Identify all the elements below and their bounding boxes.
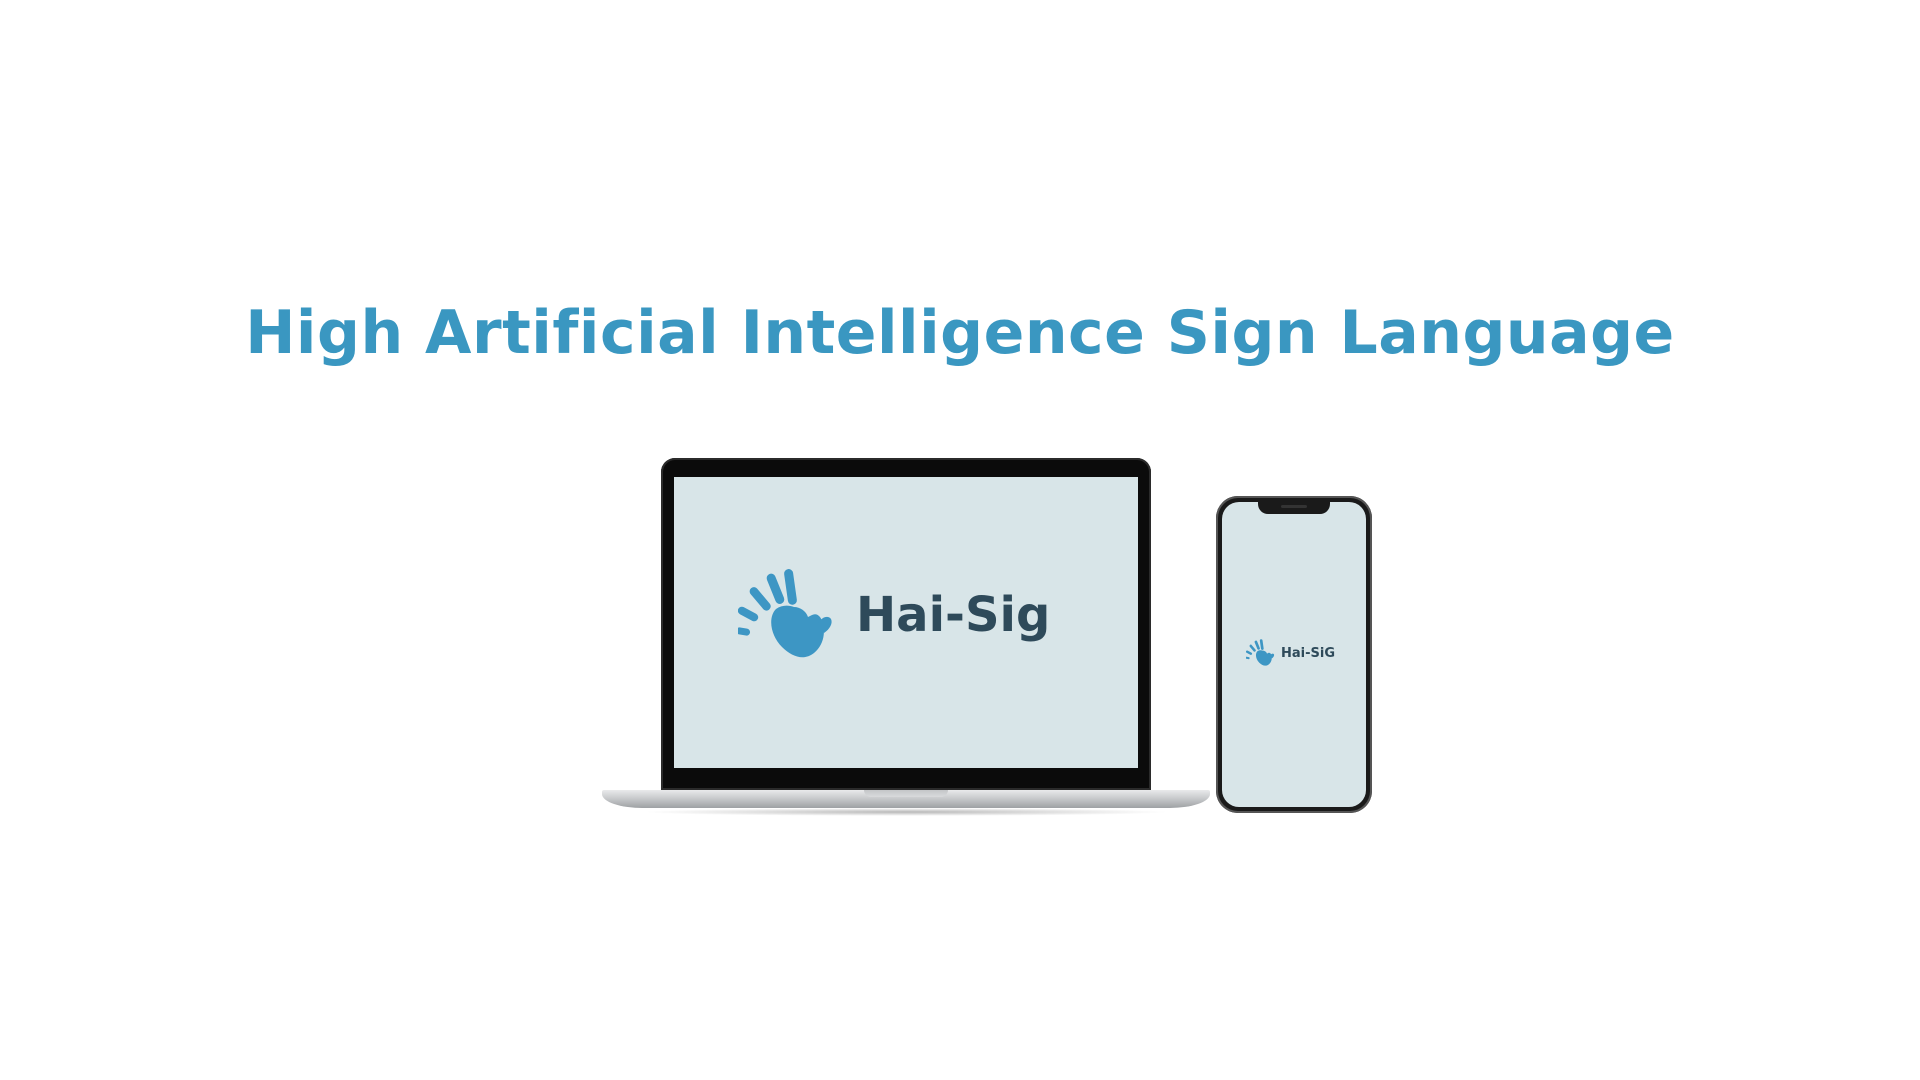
laptop-hinge-notch [864, 790, 948, 797]
hand-print-icon [738, 569, 832, 658]
laptop-mockup: Hai-Sig [602, 458, 1210, 818]
page-headline: High Artificial Intelligence Sign Langua… [245, 298, 1675, 368]
laptop-shadow [642, 808, 1170, 816]
phone-speaker [1281, 505, 1307, 508]
phone-notch [1258, 502, 1330, 514]
phone-brand-name: Hai-SiG [1281, 645, 1335, 661]
laptop-logo: Hai-Sig [738, 565, 1050, 665]
phone-screen: Hai-SiG [1222, 502, 1366, 807]
hero-section: High Artificial Intelligence Sign Langua… [0, 0, 1920, 1080]
laptop-lid: Hai-Sig [661, 458, 1151, 790]
phone-mockup: Hai-SiG [1216, 496, 1372, 813]
laptop-screen: Hai-Sig [674, 477, 1138, 768]
hand-print-icon [1246, 639, 1275, 666]
laptop-brand-name: Hai-Sig [856, 587, 1051, 643]
phone-logo: Hai-SiG [1246, 638, 1335, 668]
